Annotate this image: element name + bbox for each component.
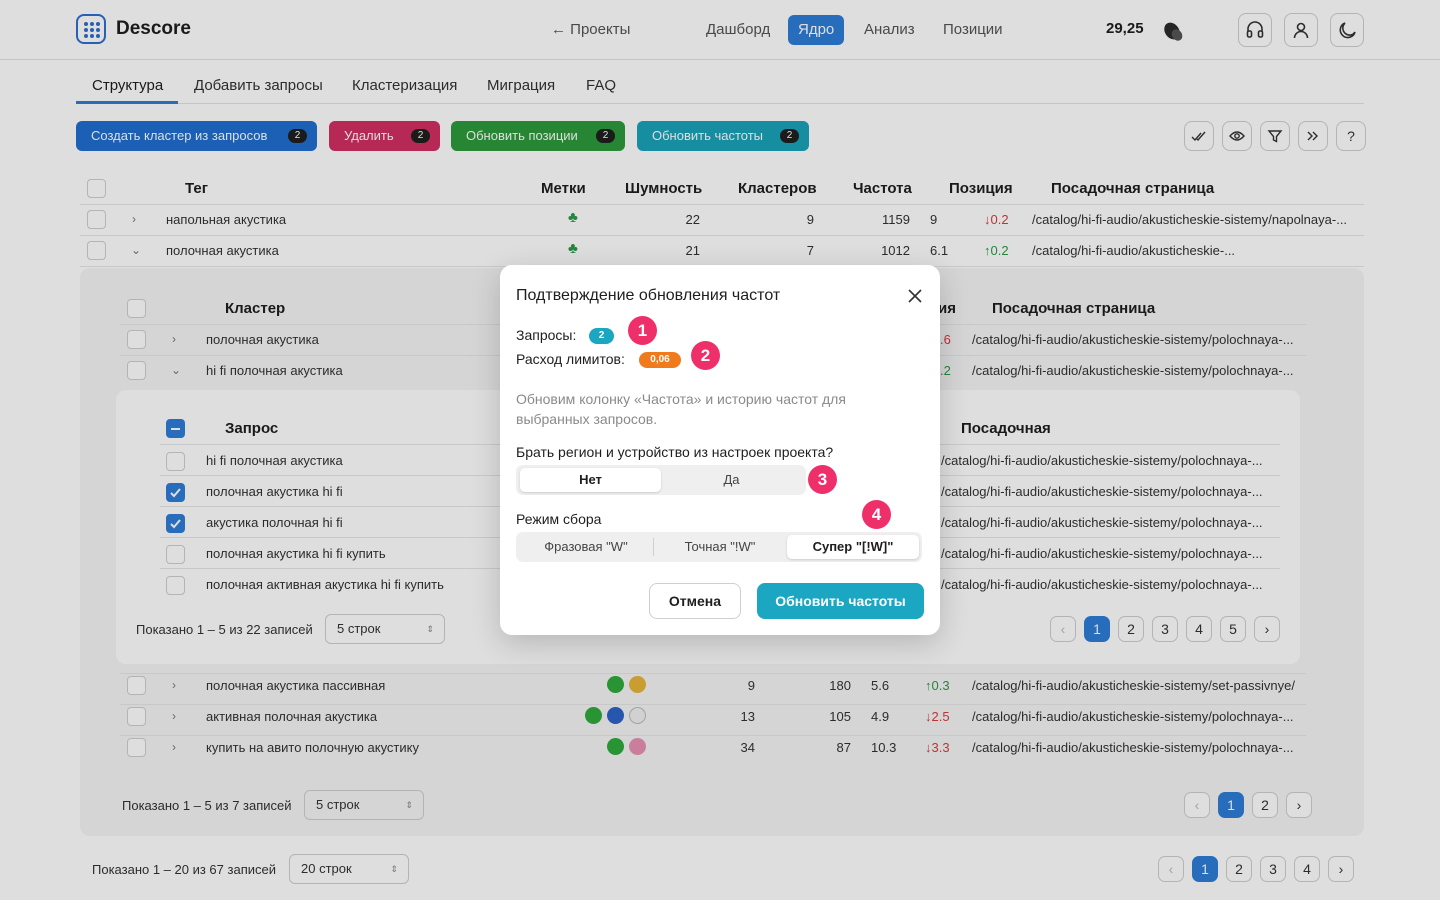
region-question: Брать регион и устройство из настроек пр… bbox=[516, 444, 834, 460]
mode-toggle: Фразовая "W" Точная "!W" Супер "[!W]" bbox=[516, 532, 922, 562]
dialog-description: Обновим колонку «Частота» и историю част… bbox=[516, 391, 846, 427]
queries-count-badge: 2 bbox=[589, 328, 614, 344]
queries-label: Запросы: bbox=[516, 327, 577, 343]
marker-2: 2 bbox=[691, 341, 720, 370]
confirm-update-button[interactable]: Обновить частоты bbox=[757, 583, 924, 619]
cancel-button[interactable]: Отмена bbox=[649, 583, 741, 619]
marker-3: 3 bbox=[808, 465, 837, 494]
marker-1: 1 bbox=[628, 316, 657, 345]
confirm-frequency-update-dialog: Подтверждение обновления частот Запросы:… bbox=[500, 265, 940, 635]
marker-4: 4 bbox=[862, 500, 891, 529]
close-icon[interactable] bbox=[905, 286, 925, 306]
mode-option-phrase[interactable]: Фразовая "W" bbox=[520, 535, 652, 559]
limits-badge: 0,06 bbox=[639, 352, 681, 368]
dialog-title: Подтверждение обновления частот bbox=[516, 287, 781, 304]
region-option-no[interactable]: Нет bbox=[520, 468, 661, 492]
region-toggle: Нет Да bbox=[516, 465, 806, 495]
region-option-yes[interactable]: Да bbox=[661, 468, 802, 492]
mode-label: Режим сбора bbox=[516, 511, 602, 527]
mode-option-exact[interactable]: Точная "!W" bbox=[654, 535, 786, 559]
mode-option-super[interactable]: Супер "[!W]" bbox=[787, 535, 919, 559]
limits-label: Расход лимитов: bbox=[516, 351, 625, 367]
